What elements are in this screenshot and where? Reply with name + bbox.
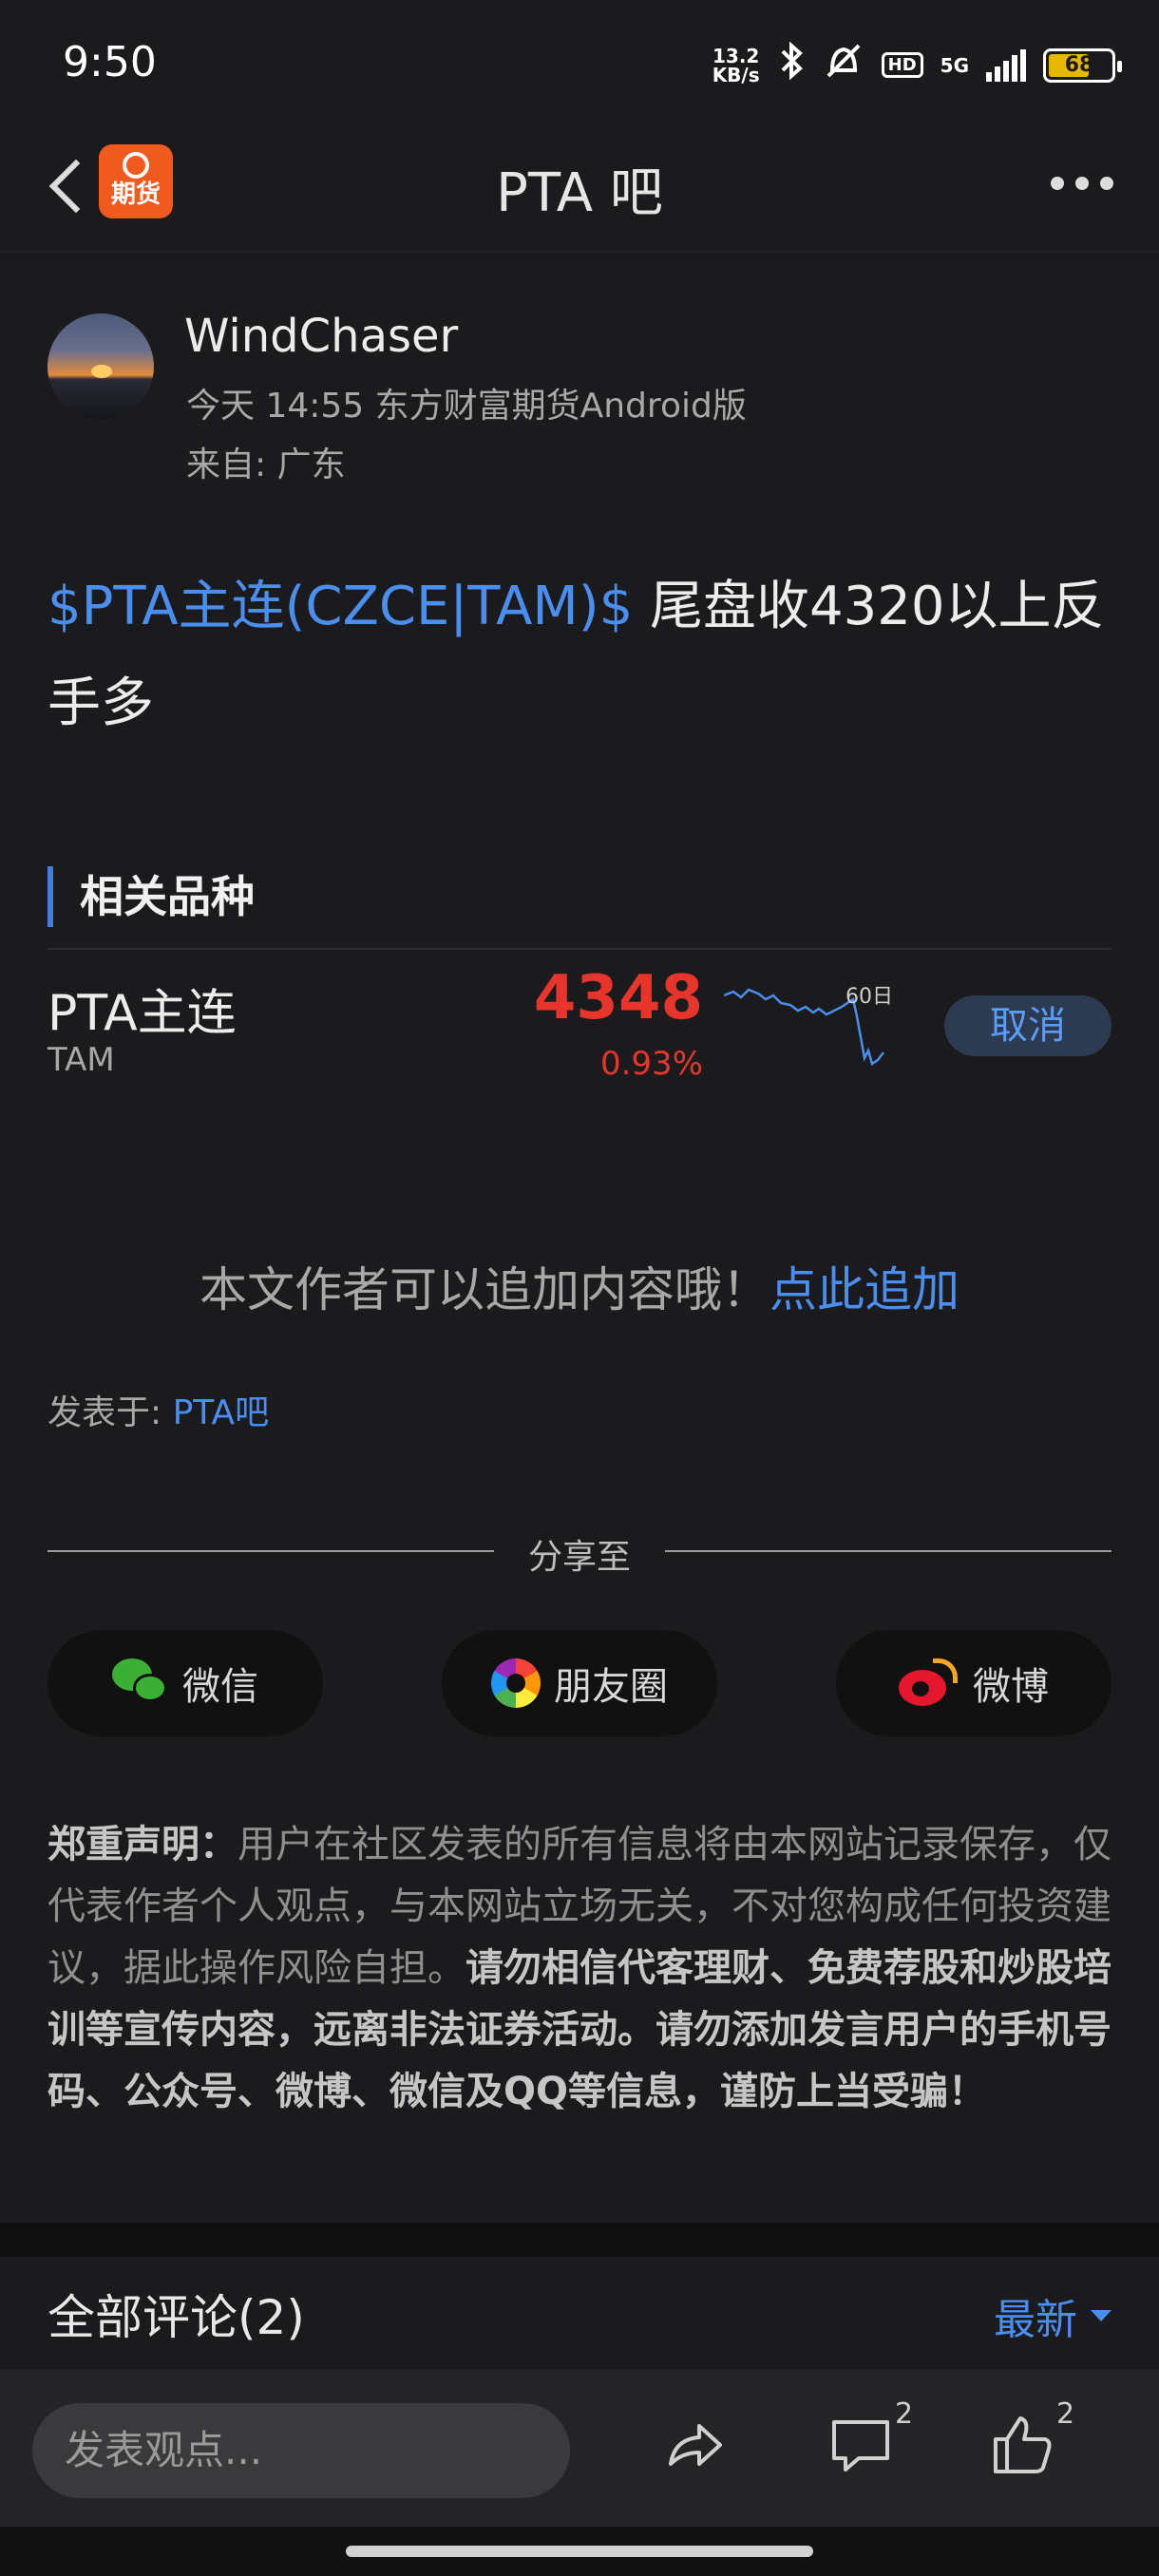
net-speed: 13.2 KB/s — [712, 47, 760, 85]
related-quote-row[interactable]: PTA主连 TAM 4348 0.93% 60日 取消 — [48, 959, 1112, 1102]
comment-bubble-icon — [832, 2420, 889, 2472]
post-location: 来自: 广东 — [186, 445, 346, 484]
battery-level: 68 — [1064, 52, 1094, 77]
share-divider: 分享至 — [48, 1524, 1112, 1577]
disclaimer-label: 郑重声明 — [48, 1823, 200, 1866]
share-weibo-label: 微博 — [973, 1665, 1049, 1709]
quote-change: 0.93% — [599, 1045, 703, 1083]
share-wechat-label: 微信 — [182, 1665, 258, 1709]
comments-sort-dropdown[interactable]: 最新 — [994, 2285, 1112, 2346]
net-speed-unit: KB/s — [712, 63, 760, 86]
like-button[interactable]: 2 — [988, 2397, 1074, 2487]
quote-code: TAM — [48, 1041, 115, 1079]
share-options: 微信 朋友圈 微博 — [48, 1630, 1112, 1736]
divider — [48, 948, 1112, 950]
comments-header: 全部评论(2) 最新 — [0, 2257, 1159, 2369]
forum-link[interactable]: PTA吧 — [173, 1393, 270, 1432]
status-icons: 13.2 KB/s HD 5G 68 — [712, 41, 1122, 88]
bluetooth-icon — [777, 41, 806, 88]
home-indicator[interactable] — [346, 2546, 813, 2557]
signal-icon — [986, 48, 1026, 82]
bottom-action-bar: 发表观点... 2 2 — [0, 2369, 1159, 2527]
posted-in-label: 发表于: — [48, 1393, 173, 1432]
share-title: 分享至 — [527, 1538, 631, 1577]
more-dots-icon[interactable] — [1051, 177, 1113, 190]
share-arrow-icon[interactable] — [661, 2411, 737, 2487]
share-wechat-button[interactable]: 微信 — [48, 1630, 323, 1736]
stock-tag-link[interactable]: $PTA主连(CZCE|TAM)$ — [48, 576, 633, 637]
wechat-icon — [112, 1658, 169, 1708]
weibo-icon — [899, 1658, 960, 1708]
related-section-title: 相关品种 — [48, 866, 255, 927]
posted-in: 发表于: PTA吧 — [48, 1385, 269, 1434]
mute-bell-icon — [823, 42, 864, 88]
status-bar: 9:50 13.2 KB/s HD 5G 68 — [0, 0, 1159, 133]
post-body: $PTA主连(CZCE|TAM)$ 尾盘收4320以上反手多 — [48, 559, 1112, 752]
comment-input[interactable]: 发表观点... — [32, 2403, 570, 2498]
section-separator — [0, 2223, 1159, 2257]
author-name[interactable]: WindChaser — [184, 310, 458, 363]
net-speed-value: 13.2 — [712, 44, 760, 67]
cancel-follow-button[interactable]: 取消 — [944, 995, 1112, 1056]
sort-label: 最新 — [994, 2296, 1077, 2344]
disclaimer: 郑重声明：用户在社区发表的所有信息将由本网站记录保存，仅代表作者个人观点，与本网… — [48, 1814, 1112, 2123]
top-nav: 期货 PTA 吧 — [0, 133, 1159, 253]
hd-icon: HD — [881, 52, 923, 78]
disclaimer-colon: ： — [200, 1823, 238, 1866]
sparkline-label: 60日 — [846, 985, 893, 1009]
quote-price: 4348 — [533, 963, 703, 1033]
moments-icon — [491, 1658, 541, 1708]
post-meta: 今天 14:55 东方财富期货Android版 — [186, 387, 747, 426]
share-moments-button[interactable]: 朋友圈 — [442, 1630, 717, 1736]
status-time: 9:50 — [63, 38, 157, 86]
append-prompt: 本文作者可以追加内容哦！点此追加 — [0, 1252, 1159, 1320]
comment-button[interactable]: 2 — [826, 2397, 913, 2487]
share-moments-label: 朋友圈 — [554, 1665, 668, 1709]
append-link[interactable]: 点此追加 — [770, 1262, 960, 1317]
sparkline-chart: 60日 — [724, 985, 893, 1066]
share-weibo-button[interactable]: 微博 — [836, 1630, 1112, 1736]
network-type: 5G — [940, 53, 969, 77]
author-block: WindChaser 今天 14:55 东方财富期货Android版 来自: 广… — [48, 310, 1112, 500]
page-title: PTA 吧 — [496, 162, 663, 224]
comments-title: 全部评论(2) — [48, 2290, 305, 2345]
like-count: 2 — [1056, 2397, 1075, 2431]
avatar[interactable] — [48, 313, 154, 420]
append-text: 本文作者可以追加内容哦！ — [200, 1262, 770, 1317]
battery-icon: 68 — [1043, 47, 1122, 83]
quote-name: PTA主连 — [48, 985, 237, 1042]
caret-down-icon — [1091, 2310, 1112, 2321]
thumbs-up-icon — [994, 2416, 1052, 2473]
comment-count: 2 — [895, 2397, 914, 2431]
